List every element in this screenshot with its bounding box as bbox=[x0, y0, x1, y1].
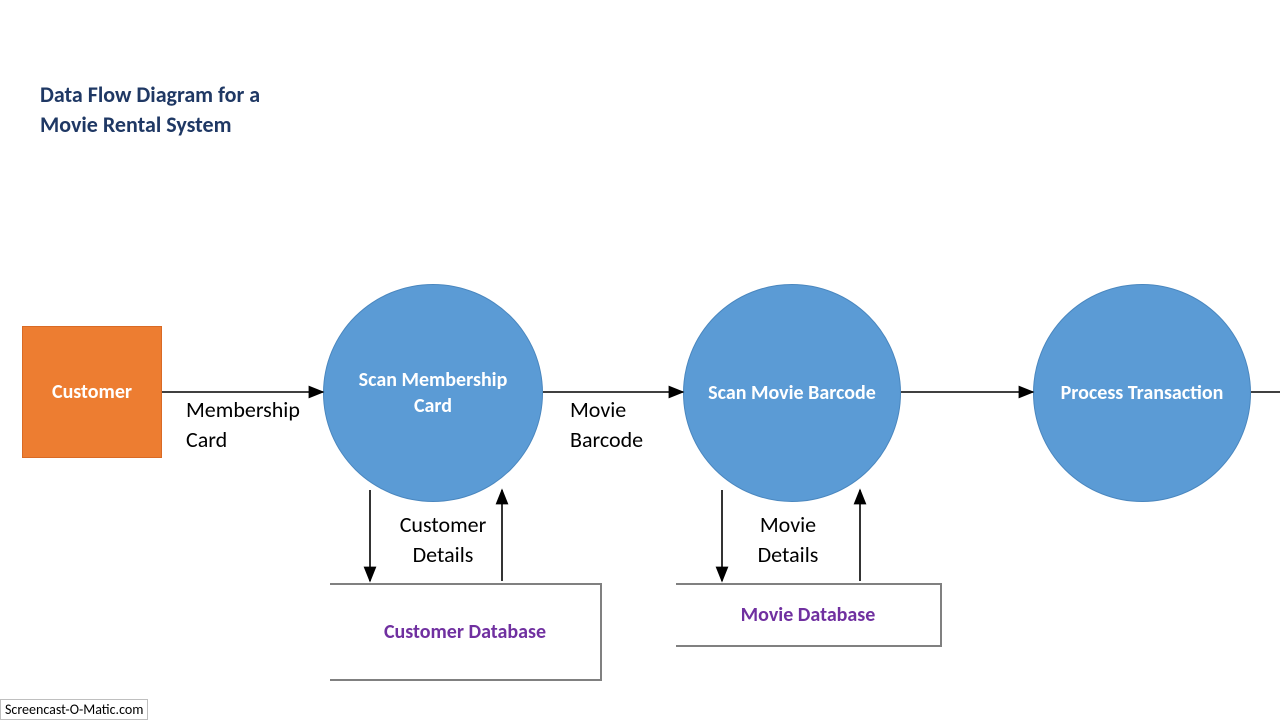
flow-label-membership-card: Membership Card bbox=[186, 395, 326, 454]
process-scan-movie: Scan Movie Barcode bbox=[683, 284, 901, 502]
watermark: Screencast-O-Matic.com bbox=[0, 699, 148, 720]
process-scan-membership: Scan Membership Card bbox=[323, 284, 543, 502]
datastore-movie-db: Movie Database bbox=[676, 583, 942, 647]
flow-label-movie-details: Movie Details bbox=[748, 510, 828, 569]
process-transaction: Process Transaction bbox=[1033, 284, 1251, 502]
diagram-title: Data Flow Diagram for a Movie Rental Sys… bbox=[40, 80, 320, 139]
datastore-customer-db: Customer Database bbox=[330, 583, 602, 681]
flow-label-customer-details: Customer Details bbox=[388, 510, 498, 569]
flow-label-movie-barcode: Movie Barcode bbox=[570, 395, 690, 454]
entity-customer: Customer bbox=[22, 326, 162, 458]
